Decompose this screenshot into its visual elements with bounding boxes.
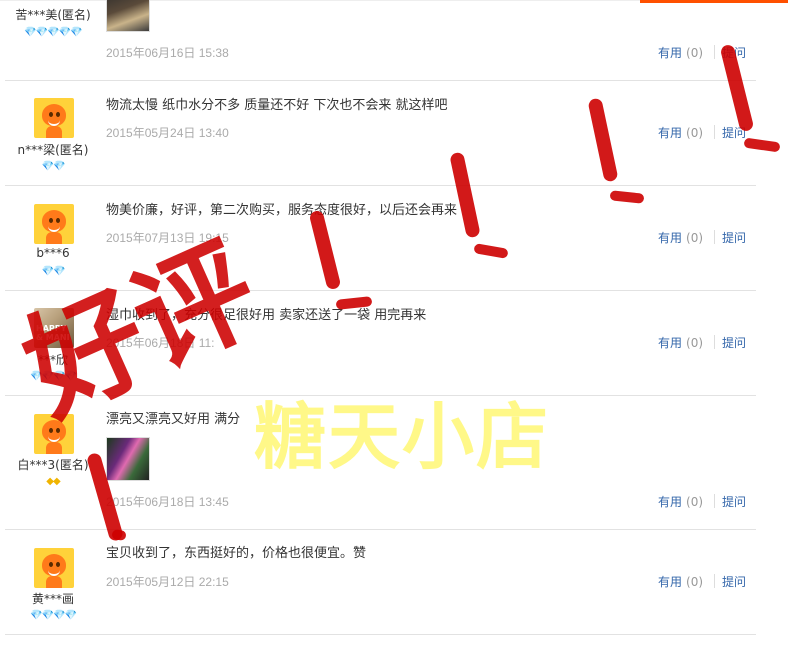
- active-tab-indicator: [640, 0, 788, 3]
- exclamation-dot: [743, 137, 781, 153]
- exclamation-dot: [111, 529, 127, 541]
- exclamation-dot: [473, 243, 509, 259]
- useful-label: 有用: [658, 495, 683, 509]
- buyer-rank-gems: 💎💎💎💎: [30, 610, 77, 621]
- ask-button[interactable]: 提问: [722, 493, 746, 510]
- avatar[interactable]: [34, 548, 74, 588]
- useful-count: (0): [686, 575, 704, 589]
- ask-button[interactable]: 提问: [722, 334, 746, 351]
- useful-label: 有用: [658, 231, 683, 245]
- review-photo-thumbnail[interactable]: [106, 0, 150, 32]
- buyer-rank-gems: ◆◆: [46, 476, 60, 487]
- row-divider: [5, 185, 756, 186]
- review-content: 物流太慢 纸巾水分不多 质量还不好 下次也不会来 就这样吧: [106, 98, 448, 113]
- review-date: 2015年05月24日 13:40: [106, 126, 229, 140]
- action-divider: [714, 335, 715, 349]
- exclamation-dot: [609, 190, 645, 204]
- exclamation-stroke: [308, 209, 342, 291]
- top-divider: [0, 0, 640, 1]
- review-list-page: 苦***美(匿名) 💎💎💎💎💎 2015年06月16日 15:38 有用 (0) …: [0, 0, 788, 646]
- useful-button[interactable]: 有用 (0): [658, 229, 703, 246]
- review-date: 2015年05月12日 22:15: [106, 575, 229, 589]
- useful-label: 有用: [658, 126, 683, 140]
- exclamation-stroke: [587, 97, 619, 183]
- username[interactable]: 黄***画: [0, 590, 106, 607]
- useful-button[interactable]: 有用 (0): [658, 44, 703, 61]
- useful-count: (0): [686, 336, 704, 350]
- action-divider: [714, 230, 715, 244]
- useful-count: (0): [686, 126, 704, 140]
- useful-label: 有用: [658, 46, 683, 60]
- shop-watermark: 糖天小店: [254, 395, 551, 479]
- useful-button[interactable]: 有用 (0): [658, 124, 703, 141]
- action-divider: [714, 574, 715, 588]
- avatar[interactable]: [34, 98, 74, 138]
- review-photo-thumbnail[interactable]: [106, 437, 150, 481]
- ask-button[interactable]: 提问: [722, 229, 746, 246]
- useful-button[interactable]: 有用 (0): [658, 573, 703, 590]
- useful-button[interactable]: 有用 (0): [658, 493, 703, 510]
- avatar[interactable]: [34, 204, 74, 244]
- action-divider: [714, 125, 715, 139]
- row-divider: [5, 634, 756, 635]
- useful-label: 有用: [658, 575, 683, 589]
- useful-label: 有用: [658, 336, 683, 350]
- useful-button[interactable]: 有用 (0): [658, 334, 703, 351]
- action-divider: [714, 494, 715, 508]
- review-content: 物美价廉，好评，第二次购买，服务态度很好，以后还会再来: [106, 203, 458, 218]
- buyer-rank-gems: 💎💎💎💎💎: [24, 27, 82, 38]
- ask-button[interactable]: 提问: [722, 573, 746, 590]
- review-date: 2015年06月16日 15:38: [106, 46, 229, 60]
- username[interactable]: n***梁(匿名): [0, 141, 106, 158]
- buyer-rank-gems: 💎💎: [41, 161, 66, 172]
- username[interactable]: 苦***美(匿名): [0, 6, 106, 23]
- review-content: 宝贝收到了，东西挺好的，价格也很便宜。赞: [106, 546, 367, 561]
- review-date: 2015年06月18日 13:45: [106, 495, 229, 509]
- exclamation-stroke: [449, 151, 481, 239]
- useful-count: (0): [686, 46, 704, 60]
- useful-count: (0): [686, 495, 704, 509]
- row-divider: [5, 80, 756, 81]
- useful-count: (0): [686, 231, 704, 245]
- action-divider: [714, 45, 715, 59]
